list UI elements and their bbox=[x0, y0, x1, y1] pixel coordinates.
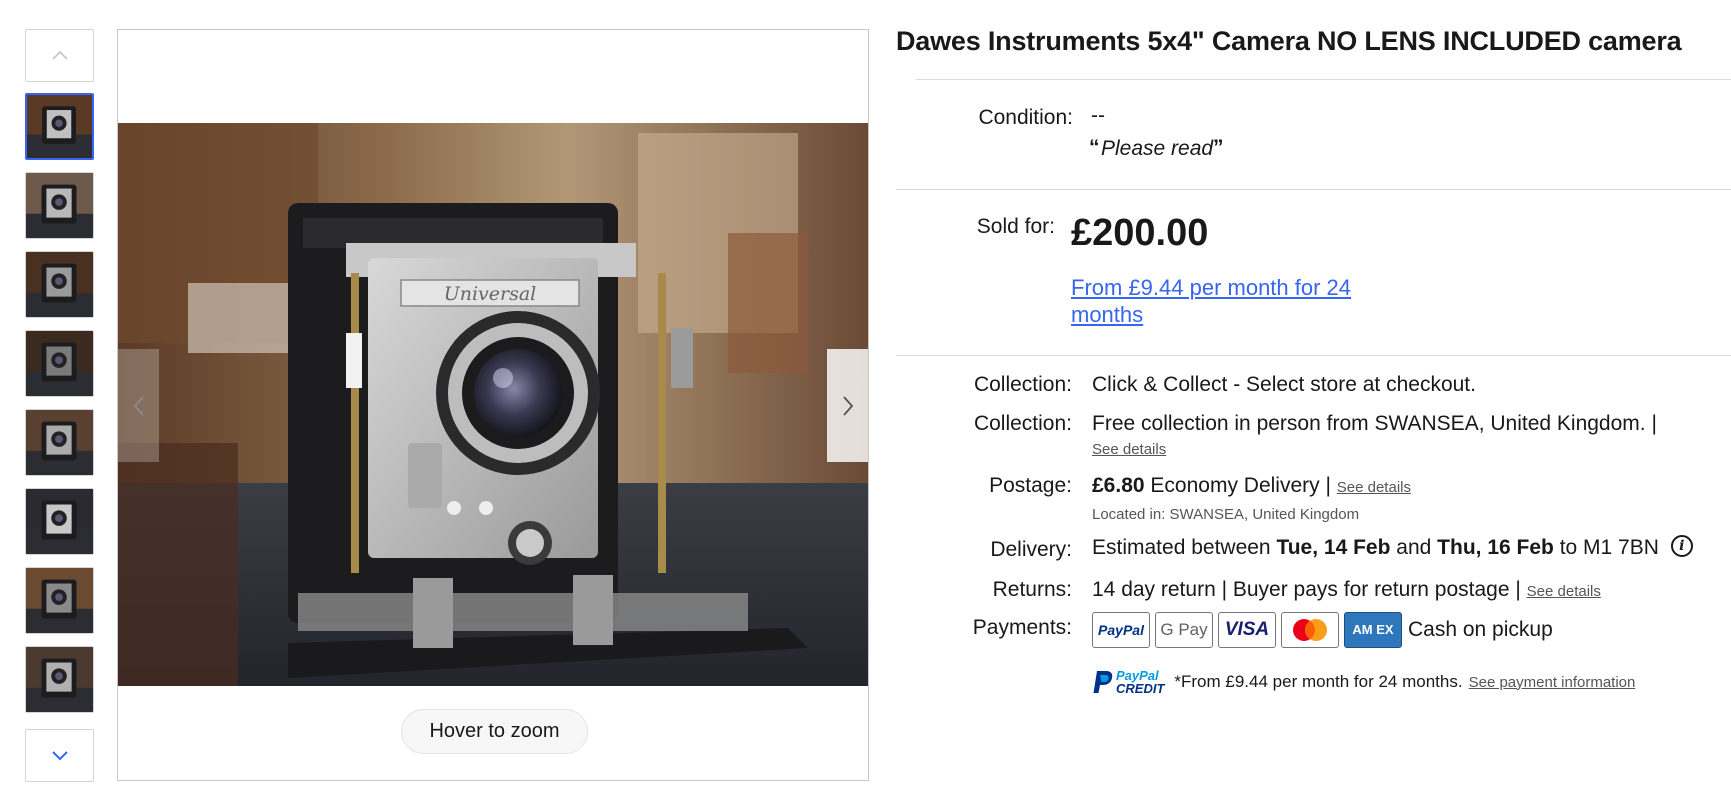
payment-methods: PayPal G Pay VISA AM EX Cash on pickup bbox=[1092, 612, 1553, 648]
thumbnail-image[interactable] bbox=[25, 330, 94, 397]
previous-image-button[interactable] bbox=[118, 349, 159, 462]
main-product-photo[interactable]: Universal bbox=[118, 123, 868, 686]
price-divider bbox=[896, 355, 1731, 356]
thumbnail-image[interactable] bbox=[25, 567, 94, 634]
amex-icon: AM EX bbox=[1344, 612, 1402, 648]
monthly-finance-link[interactable]: From £9.44 per month for 24 months bbox=[1071, 274, 1391, 328]
postage-label: Postage: bbox=[989, 474, 1072, 497]
paypal-credit-row: PayPal CREDIT *From £9.44 per month for … bbox=[1092, 669, 1635, 695]
free-collection-value: Free collection in person from SWANSEA, … bbox=[1092, 412, 1657, 435]
visa-icon: VISA bbox=[1218, 612, 1276, 648]
postage-method: Economy Delivery | bbox=[1150, 474, 1331, 497]
postage-see-details-link[interactable]: See details bbox=[1337, 479, 1411, 496]
payments-label: Payments: bbox=[972, 616, 1072, 639]
paypal-credit-logo: PayPal CREDIT bbox=[1092, 669, 1164, 695]
click-collect-value: Click & Collect - Select store at checko… bbox=[1092, 373, 1476, 396]
thumbnail-image[interactable] bbox=[25, 251, 94, 318]
paypal-p-icon bbox=[1093, 671, 1113, 693]
chevron-right-icon bbox=[842, 395, 853, 416]
delivery-destination: to M1 7BN bbox=[1559, 536, 1659, 559]
returns-see-details-link[interactable]: See details bbox=[1527, 583, 1601, 600]
thumbnail-image[interactable] bbox=[25, 172, 94, 239]
google-pay-icon: G Pay bbox=[1155, 612, 1213, 648]
chevron-up-icon bbox=[51, 50, 68, 60]
thumbnail-scroll-up-button[interactable] bbox=[25, 29, 94, 82]
seller-condition-note: Please read bbox=[1101, 137, 1214, 160]
sold-price: £200.00 bbox=[1071, 212, 1209, 254]
payment-information-link[interactable]: See payment information bbox=[1469, 674, 1636, 691]
sold-for-label: Sold for: bbox=[976, 215, 1055, 238]
chevron-down-icon bbox=[51, 751, 68, 761]
paypal-credit-text: *From £9.44 per month for 24 months. bbox=[1174, 672, 1463, 691]
mastercard-icon bbox=[1281, 612, 1339, 648]
returns-policy: 14 day return | Buyer pays for return po… bbox=[1092, 578, 1521, 601]
title-divider bbox=[916, 79, 1731, 80]
delivery-and: and bbox=[1396, 536, 1432, 559]
thumbnail-image[interactable] bbox=[25, 93, 94, 160]
delivery-end-date: Thu, 16 Feb bbox=[1437, 536, 1554, 559]
hover-to-zoom-hint: Hover to zoom bbox=[401, 709, 588, 754]
info-icon[interactable]: i bbox=[1670, 535, 1693, 558]
delivery-label: Delivery: bbox=[990, 538, 1072, 561]
condition-label: Condition: bbox=[978, 106, 1073, 129]
returns-label: Returns: bbox=[992, 578, 1072, 601]
chevron-left-icon bbox=[133, 395, 144, 416]
thumbnail-image[interactable] bbox=[25, 646, 94, 713]
cash-on-pickup: Cash on pickup bbox=[1408, 618, 1553, 641]
photo-wordmark: Universal bbox=[444, 283, 537, 305]
thumbnail-image[interactable] bbox=[25, 409, 94, 476]
thumbnail-scroll-down-button[interactable] bbox=[25, 729, 94, 782]
paypal-icon: PayPal bbox=[1092, 612, 1150, 648]
main-image-viewer[interactable]: Universal Hover to zoom bbox=[117, 29, 869, 781]
collection-see-details-link[interactable]: See details bbox=[1092, 441, 1166, 458]
condition-value: -- bbox=[1091, 104, 1105, 127]
next-image-button[interactable] bbox=[827, 349, 868, 462]
quote-close: ” bbox=[1213, 136, 1224, 159]
thumbnail-image[interactable] bbox=[25, 488, 94, 555]
condition-divider bbox=[896, 189, 1731, 190]
collection-label: Collection: bbox=[973, 412, 1072, 435]
delivery-start-date: Tue, 14 Feb bbox=[1276, 536, 1391, 559]
postage-cost: £6.80 bbox=[1092, 474, 1145, 497]
quote-open: “ bbox=[1089, 136, 1100, 159]
item-location: Located in: SWANSEA, United Kingdom bbox=[1092, 506, 1360, 523]
delivery-prefix: Estimated between bbox=[1092, 536, 1271, 559]
collection-label: Collection: bbox=[973, 373, 1072, 396]
listing-title: Dawes Instruments 5x4" Camera NO LENS IN… bbox=[896, 26, 1682, 56]
